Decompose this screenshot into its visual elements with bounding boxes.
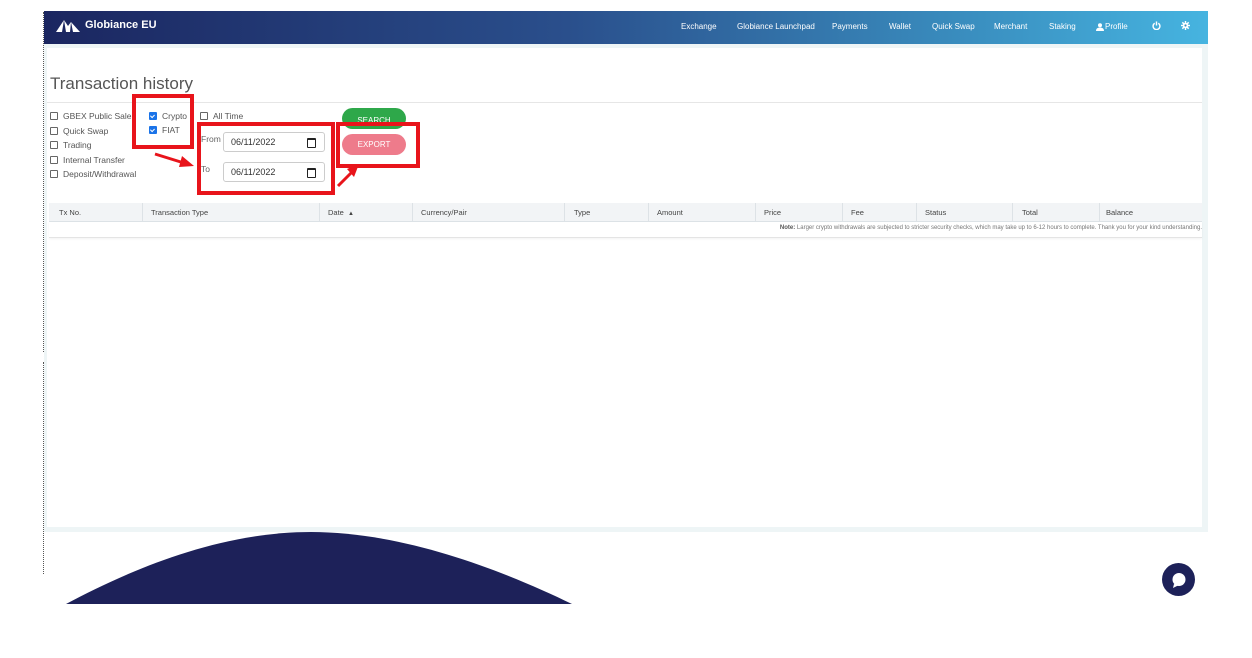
nav-profile[interactable]: Profile xyxy=(1096,22,1128,31)
filter-deposit-withdrawal-label: Deposit/Withdrawal xyxy=(63,169,137,179)
filter-all-time-label: All Time xyxy=(213,111,244,121)
nav-payments[interactable]: Payments xyxy=(832,22,868,31)
filter-internal-transfer[interactable]: Internal Transfer xyxy=(50,155,125,165)
column-separator xyxy=(842,203,843,221)
nav-launchpad[interactable]: Globiance Launchpad xyxy=(737,22,815,31)
column-separator xyxy=(648,203,649,221)
brand-name: Globiance EU xyxy=(85,19,157,31)
nav-quick-swap[interactable]: Quick Swap xyxy=(932,22,975,31)
col-date-label: Date xyxy=(328,208,344,217)
annotation-arrow-right xyxy=(154,152,194,167)
nav-merchant[interactable]: Merchant xyxy=(994,22,1027,31)
filter-quick-swap-label: Quick Swap xyxy=(63,126,109,136)
column-separator xyxy=(142,203,143,221)
chat-bubble-icon xyxy=(1172,572,1185,588)
column-separator xyxy=(1099,203,1100,221)
power-icon xyxy=(1152,21,1161,30)
col-price[interactable]: Price xyxy=(764,208,781,217)
nav-profile-label: Profile xyxy=(1105,22,1128,31)
note-label: Note: xyxy=(779,225,796,231)
nav-staking[interactable]: Staking xyxy=(1049,22,1076,31)
note-text: Larger crypto withdrawals are subjected … xyxy=(796,225,1202,231)
footer-wave-shape xyxy=(66,532,572,604)
annotation-arrow-up xyxy=(336,164,359,188)
column-separator xyxy=(916,203,917,221)
logout-button[interactable] xyxy=(1152,21,1161,30)
checkbox-trading[interactable] xyxy=(50,141,58,149)
col-balance[interactable]: Balance xyxy=(1106,208,1133,217)
transaction-table-header: Tx No. Transaction Type Date ▲ Currency/… xyxy=(49,203,1202,222)
gear-icon xyxy=(1181,21,1190,30)
col-total[interactable]: Total xyxy=(1022,208,1038,217)
mountain-logo-icon xyxy=(56,20,80,32)
checkbox-quick-swap[interactable] xyxy=(50,127,58,135)
brand-logo[interactable]: Globiance EU xyxy=(56,18,157,32)
filter-deposit-withdrawal[interactable]: Deposit/Withdrawal xyxy=(50,169,136,179)
col-transaction-type[interactable]: Transaction Type xyxy=(151,208,208,217)
table-note-row: Note: Larger crypto withdrawals are subj… xyxy=(49,222,1202,238)
highlight-box-crypto-fiat xyxy=(132,94,194,149)
withdrawal-note: Note: Larger crypto withdrawals are subj… xyxy=(780,225,1202,231)
settings-button[interactable] xyxy=(1181,21,1190,30)
top-navbar: Globiance EU Exchange Globiance Launchpa… xyxy=(44,11,1208,44)
filter-quick-swap[interactable]: Quick Swap xyxy=(50,126,108,136)
filter-trading-label: Trading xyxy=(63,140,92,150)
user-icon xyxy=(1096,22,1104,31)
filter-internal-transfer-label: Internal Transfer xyxy=(63,155,125,165)
nav-exchange[interactable]: Exchange xyxy=(681,22,717,31)
col-currency-pair[interactable]: Currency/Pair xyxy=(421,208,467,217)
col-fee[interactable]: Fee xyxy=(851,208,864,217)
title-divider xyxy=(47,102,1202,103)
checkbox-internal-transfer[interactable] xyxy=(50,156,58,164)
column-separator xyxy=(755,203,756,221)
col-status[interactable]: Status xyxy=(925,208,946,217)
column-separator xyxy=(319,203,320,221)
chat-widget-button[interactable] xyxy=(1162,563,1195,596)
filter-gbex-label: GBEX Public Sale xyxy=(63,111,132,121)
column-separator xyxy=(412,203,413,221)
highlight-box-date-range xyxy=(197,122,335,195)
checkbox-all-time[interactable] xyxy=(200,112,208,120)
filter-all-time[interactable]: All Time xyxy=(200,111,243,121)
col-type[interactable]: Type xyxy=(574,208,590,217)
column-separator xyxy=(564,203,565,221)
sort-asc-icon: ▲ xyxy=(347,211,354,217)
filter-trading[interactable]: Trading xyxy=(50,140,92,150)
column-separator xyxy=(1012,203,1013,221)
col-date[interactable]: Date ▲ xyxy=(328,208,354,217)
col-tx-no[interactable]: Tx No. xyxy=(59,208,81,217)
filter-gbex-public-sale[interactable]: GBEX Public Sale xyxy=(50,111,132,121)
checkbox-gbex[interactable] xyxy=(50,112,58,120)
col-amount[interactable]: Amount xyxy=(657,208,683,217)
checkbox-deposit-withdrawal[interactable] xyxy=(50,170,58,178)
page-title: Transaction history xyxy=(50,74,193,93)
nav-wallet[interactable]: Wallet xyxy=(889,22,911,31)
